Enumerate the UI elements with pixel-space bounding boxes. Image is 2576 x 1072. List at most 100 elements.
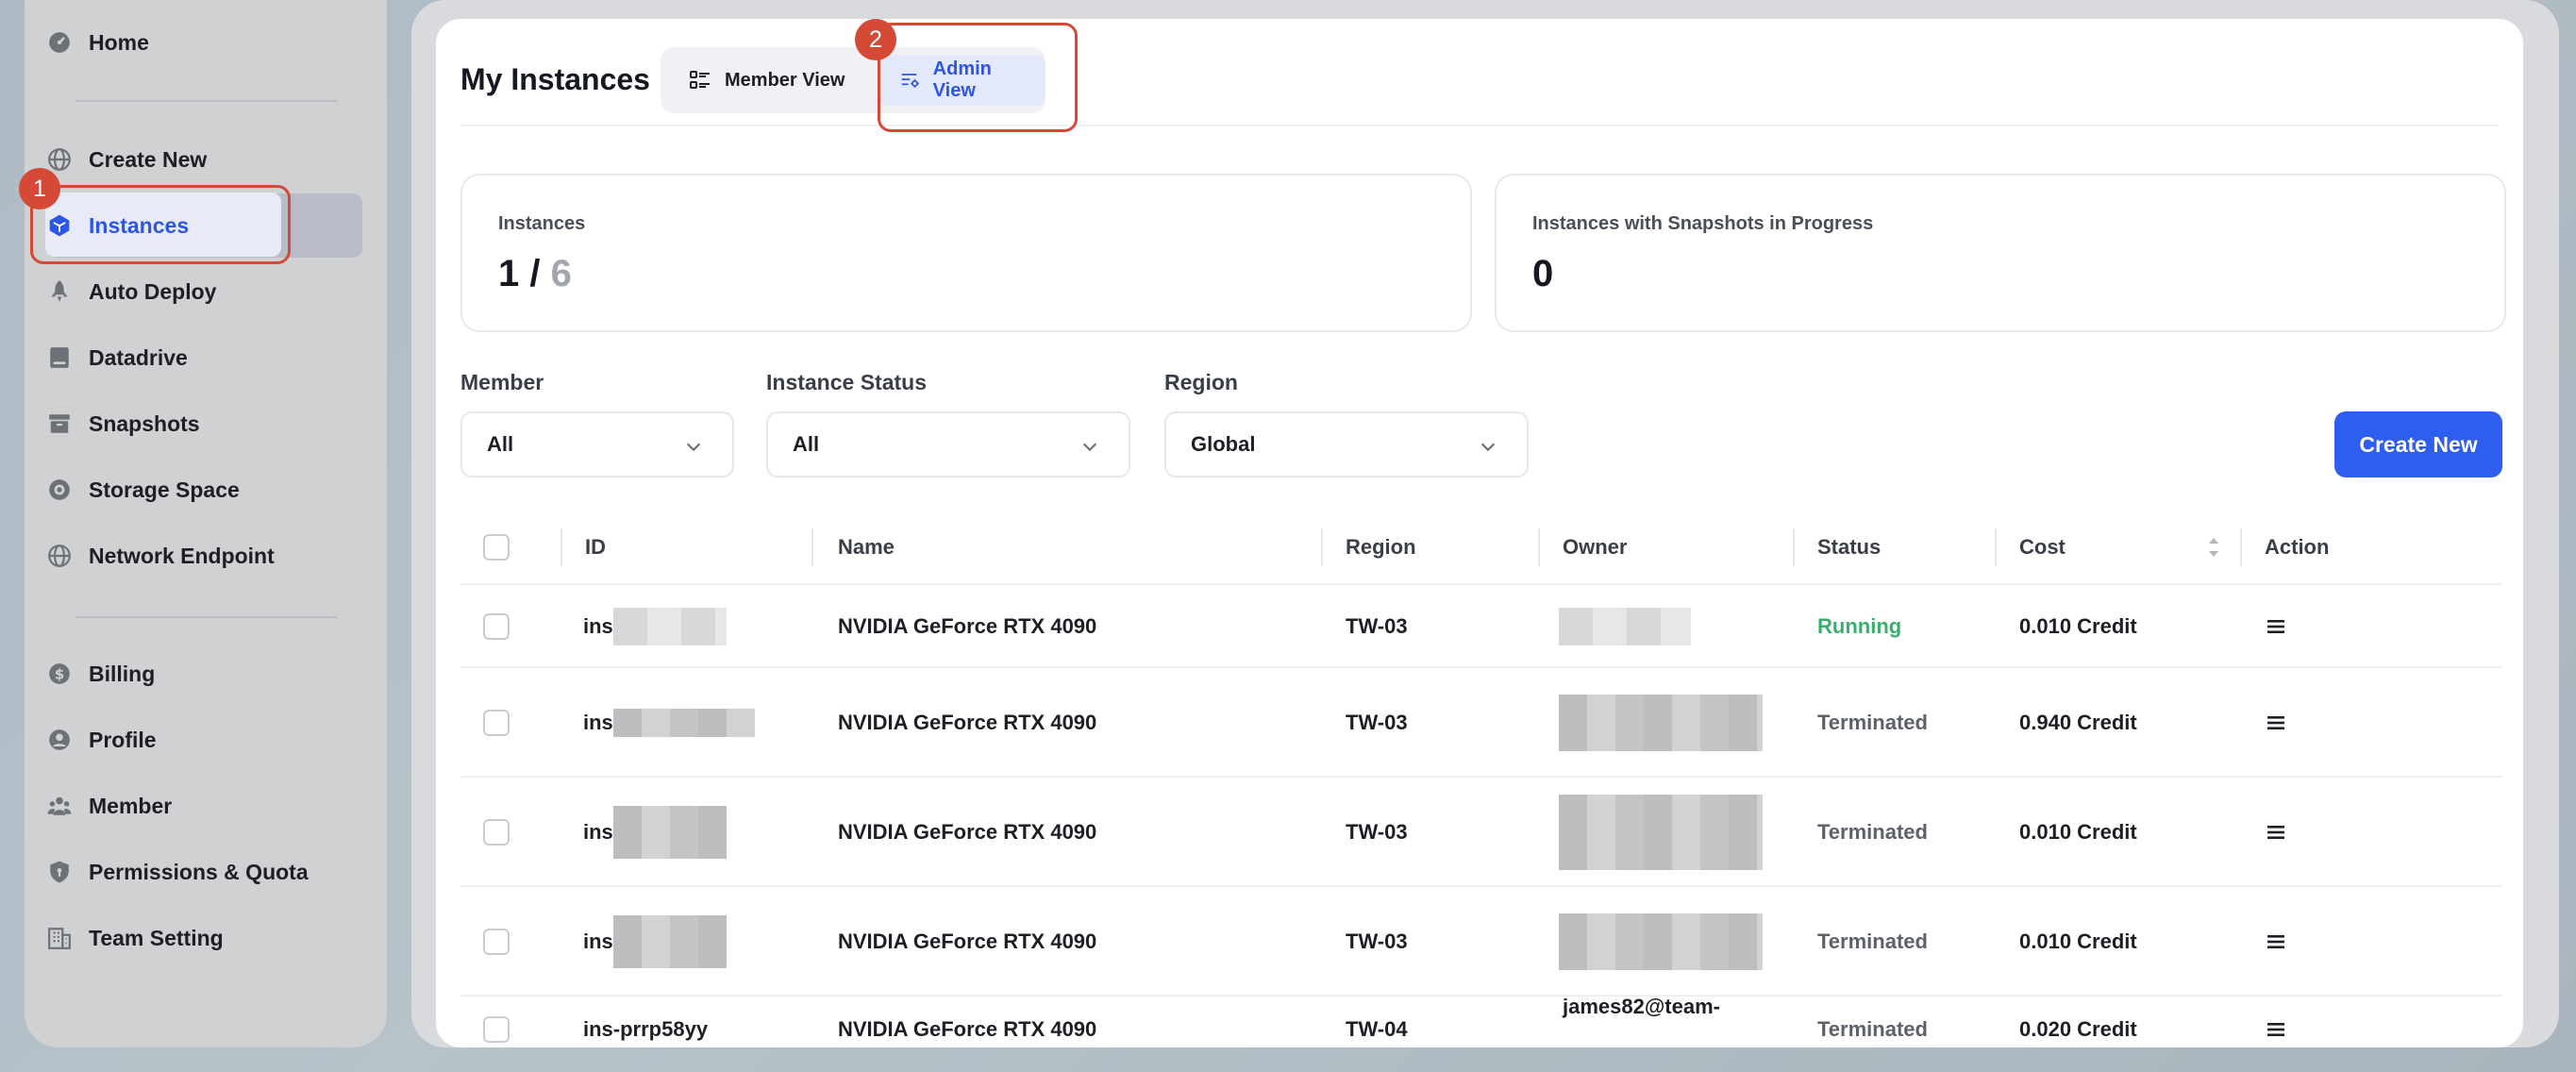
sidebar-item-billing[interactable]: $ Billing [47, 647, 155, 700]
annotation-box-1 [30, 185, 291, 264]
sidebar-item-home[interactable]: Home [47, 16, 149, 69]
column-header-region[interactable]: Region [1346, 510, 1416, 585]
row-id-text: ins [583, 820, 613, 844]
sidebar-item-label: Billing [89, 661, 156, 686]
row-checkbox[interactable] [483, 819, 510, 846]
hamburger-menu-icon [2267, 1023, 2284, 1036]
row-checkbox[interactable] [483, 613, 510, 640]
column-header-owner[interactable]: Owner [1563, 510, 1627, 585]
sidebar-item-auto-deploy[interactable]: Auto Deploy [47, 265, 216, 318]
network-globe-icon [47, 544, 72, 568]
sidebar-item-create-new[interactable]: Create New [47, 133, 207, 186]
column-header-name[interactable]: Name [838, 510, 895, 585]
svg-text:$: $ [55, 665, 65, 682]
rocket-icon [47, 279, 72, 304]
sidebar-item-team-setting[interactable]: Team Setting [47, 912, 224, 964]
select-all-checkbox[interactable] [483, 534, 510, 561]
row-cost: 0.010 Credit [2019, 614, 2137, 638]
hamburger-menu-icon [2267, 826, 2284, 839]
row-status: Terminated [1817, 711, 1928, 734]
create-new-button[interactable]: Create New [2334, 411, 2502, 477]
column-header-cost-label: Cost [2019, 535, 2066, 559]
sidebar-item-snapshots[interactable]: Snapshots [47, 397, 200, 450]
row-status: Terminated [1817, 1017, 1928, 1041]
column-separator [1995, 528, 1997, 566]
row-owner [1559, 587, 1691, 666]
archive-box-icon [47, 411, 72, 436]
sidebar-item-storage-space[interactable]: Storage Space [47, 463, 240, 516]
header-divider [460, 125, 2499, 126]
list-icon [690, 71, 710, 89]
drive-icon [47, 345, 72, 370]
column-header-id[interactable]: ID [585, 510, 606, 585]
hamburger-menu-icon [2267, 620, 2284, 633]
redacted-block [1559, 608, 1691, 645]
row-owner [1559, 779, 1763, 885]
row-name: NVIDIA GeForce RTX 4090 [838, 711, 1097, 734]
row-name: NVIDIA GeForce RTX 4090 [838, 820, 1097, 844]
sidebar-item-label: Auto Deploy [89, 278, 217, 304]
region-select-value: Global [1191, 432, 1256, 456]
sidebar-item-label: Storage Space [89, 477, 240, 502]
row-action-menu[interactable] [2265, 978, 2287, 1047]
building-icon [47, 926, 72, 950]
annotation-badge-1: 1 [19, 168, 60, 209]
member-select[interactable]: All [460, 411, 734, 477]
row-checkbox[interactable] [483, 929, 510, 955]
sidebar-item-label: Create New [89, 146, 208, 172]
table-row: ins NVIDIA GeForce RTX 4090 TW-03 Termin… [460, 779, 2502, 887]
sidebar-item-label: Profile [89, 727, 157, 752]
column-separator [1793, 528, 1795, 566]
region-select[interactable]: Global [1164, 411, 1529, 477]
row-id: ins [583, 670, 755, 776]
sidebar-item-datadrive[interactable]: Datadrive [47, 331, 188, 384]
row-checkbox[interactable] [483, 710, 510, 736]
select-all-cell [483, 510, 510, 585]
row-action-menu[interactable] [2265, 670, 2287, 776]
table-row: ins NVIDIA GeForce RTX 4090 TW-03 Runnin… [460, 587, 2502, 668]
sidebar-item-label: Home [89, 29, 149, 55]
column-header-cost[interactable]: Cost [2019, 510, 2221, 585]
row-id-text: ins [583, 614, 613, 638]
table-row: ins NVIDIA GeForce RTX 4090 TW-03 Termin… [460, 889, 2502, 997]
filter-label-region: Region [1164, 370, 1238, 394]
sidebar-item-network-endpoint[interactable]: Network Endpoint [47, 529, 275, 582]
shield-icon [47, 860, 72, 884]
sidebar-item-member[interactable]: Member [47, 779, 172, 832]
content-card: My Instances Member View Admin View Inst… [436, 19, 2523, 1047]
tab-member-view[interactable]: Member View [668, 55, 865, 106]
column-separator [2240, 528, 2242, 566]
chevron-down-icon [1082, 443, 1097, 452]
row-name: NVIDIA GeForce RTX 4090 [838, 614, 1097, 638]
app-frame: Home Create New Instances Auto Deploy Da… [0, 0, 2576, 1072]
row-id: ins [583, 587, 727, 666]
column-header-status[interactable]: Status [1817, 510, 1881, 585]
sidebar-item-profile[interactable]: Profile [47, 713, 157, 766]
member-select-value: All [487, 432, 514, 456]
hamburger-menu-icon [2267, 716, 2284, 729]
row-id-text: ins [583, 711, 613, 734]
row-status: Terminated [1817, 820, 1928, 844]
row-owner: james82@team- [1563, 995, 1720, 1018]
instance-status-select[interactable]: All [766, 411, 1130, 477]
stat-card-instances: Instances 1 / 6 [460, 174, 1472, 332]
chevron-down-icon [1480, 443, 1496, 452]
sidebar-item-label: Permissions & Quota [89, 859, 309, 884]
row-checkbox[interactable] [483, 1016, 510, 1043]
user-circle-icon [47, 728, 72, 752]
row-id-text: ins [583, 930, 613, 953]
column-header-action: Action [2265, 535, 2330, 559]
status-select-value: All [793, 432, 820, 456]
row-action-menu[interactable] [2265, 587, 2287, 666]
sidebar-divider [75, 616, 338, 618]
storage-disk-icon [47, 477, 72, 502]
row-region: TW-03 [1346, 711, 1408, 734]
row-region: TW-04 [1346, 1017, 1408, 1041]
row-action-menu[interactable] [2265, 779, 2287, 885]
chevron-down-icon [686, 443, 701, 452]
sidebar-item-permissions-quota[interactable]: Permissions & Quota [47, 846, 309, 898]
redacted-block [612, 608, 727, 645]
redacted-block [1559, 795, 1763, 870]
sidebar-item-label: Team Setting [89, 925, 224, 950]
stat-label: Instances with Snapshots in Progress [1532, 213, 1874, 234]
